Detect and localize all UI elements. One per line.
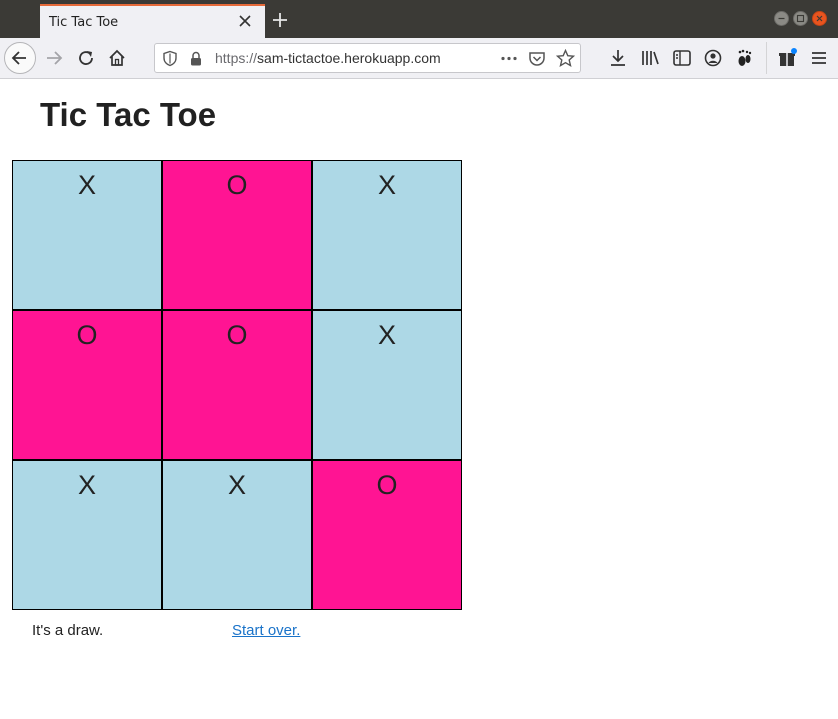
board-cell-2-2[interactable]: O	[312, 460, 462, 610]
board-cell-0-1[interactable]: O	[162, 160, 312, 310]
cell-mark: O	[376, 470, 398, 500]
page-title: Tic Tac Toe	[40, 96, 217, 133]
tab-title: Tic Tac Toe	[49, 15, 119, 30]
cell-mark: X	[77, 170, 96, 200]
cell-mark: O	[226, 170, 248, 200]
browser-navbar: https://sam-tictactoe.herokuapp.com	[0, 38, 838, 79]
board-cell-1-0[interactable]: O	[12, 310, 162, 460]
lock-icon[interactable]	[189, 50, 203, 67]
home-icon[interactable]	[106, 47, 128, 69]
cell-mark: X	[227, 470, 246, 500]
url-text: https://sam-tictactoe.herokuapp.com	[215, 50, 441, 66]
menu-icon[interactable]	[808, 47, 830, 69]
url-host: sam-tictactoe.herokuapp.com	[257, 50, 441, 66]
board-cell-2-1[interactable]: X	[162, 460, 312, 610]
library-icon[interactable]	[639, 47, 661, 69]
account-icon[interactable]	[702, 47, 724, 69]
browser-titlebar: Tic Tac Toe	[0, 0, 838, 38]
maximize-button[interactable]	[793, 11, 808, 26]
start-over-link[interactable]: Start over.	[232, 622, 300, 639]
cell-mark: X	[377, 170, 396, 200]
cell-mark: X	[377, 320, 396, 350]
board-cell-1-1[interactable]: O	[162, 310, 312, 460]
cell-mark: O	[76, 320, 98, 350]
close-tab-icon[interactable]	[237, 13, 253, 29]
shield-icon[interactable]	[162, 50, 178, 67]
board-cell-0-2[interactable]: X	[312, 160, 462, 310]
gift-icon[interactable]	[776, 47, 798, 69]
bookmark-star-icon[interactable]	[556, 49, 575, 68]
reload-icon[interactable]	[75, 47, 97, 69]
close-window-button[interactable]	[812, 11, 827, 26]
sidebar-icon[interactable]	[671, 47, 693, 69]
browser-tab[interactable]: Tic Tac Toe	[40, 4, 265, 38]
new-tab-icon[interactable]	[270, 10, 290, 30]
minimize-button[interactable]	[774, 11, 789, 26]
game-board: X O X O O X X X O	[12, 160, 462, 610]
forward-icon[interactable]	[43, 47, 65, 69]
more-icon[interactable]	[500, 50, 518, 67]
download-icon[interactable]	[607, 47, 629, 69]
pocket-icon[interactable]	[528, 50, 546, 68]
back-icon	[11, 51, 26, 65]
address-bar[interactable]: https://sam-tictactoe.herokuapp.com	[154, 43, 581, 73]
toolbar-separator	[766, 42, 767, 74]
extension-icon[interactable]	[734, 47, 756, 69]
board-cell-0-0[interactable]: X	[12, 160, 162, 310]
board-cell-1-2[interactable]: X	[312, 310, 462, 460]
cell-mark: X	[77, 470, 96, 500]
game-status: It's a draw.	[32, 622, 104, 639]
board-cell-2-0[interactable]: X	[12, 460, 162, 610]
back-button[interactable]	[4, 42, 36, 74]
cell-mark: O	[226, 320, 248, 350]
url-protocol: https://	[215, 50, 258, 66]
page-content: Tic Tac Toe X O X O O X X X O It's a draw. Start…	[0, 80, 838, 719]
